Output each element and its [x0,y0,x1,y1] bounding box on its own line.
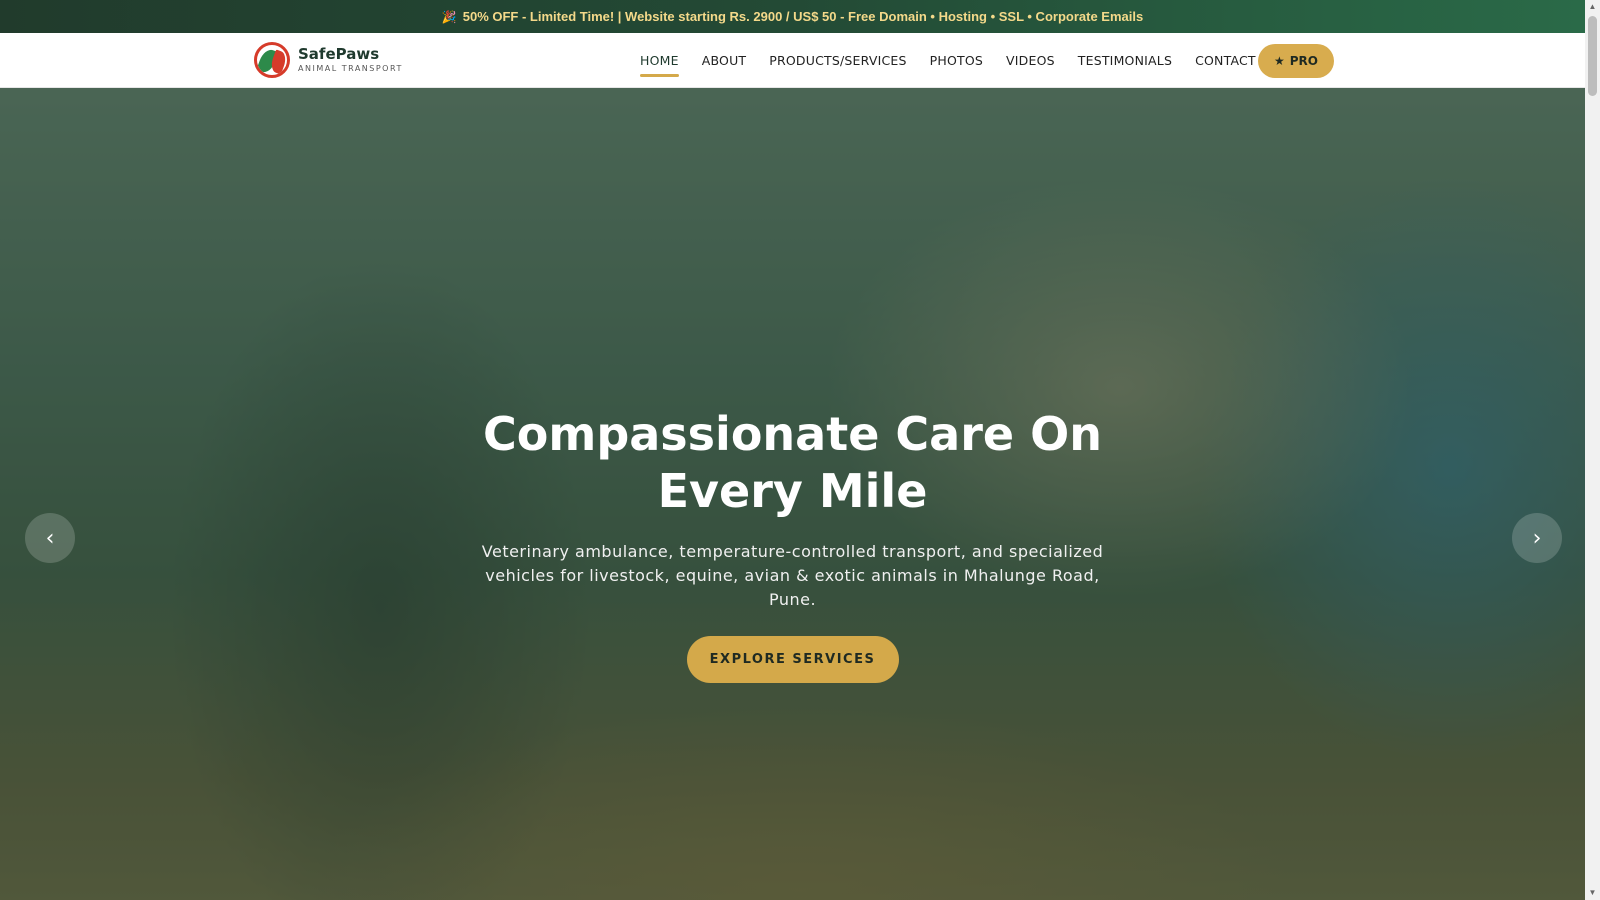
main-nav: HOME ABOUT PRODUCTS/SERVICES PHOTOS VIDE… [640,33,1279,88]
slider-prev-button[interactable]: ‹ [25,513,75,563]
nav-about[interactable]: ABOUT [702,53,747,68]
pro-button[interactable]: ★ PRO [1258,44,1334,78]
chevron-left-icon: ‹ [45,525,55,551]
promo-text: 50% OFF - Limited Time! | Website starti… [462,9,1144,24]
page-scrollbar[interactable]: ▲ ▼ [1585,0,1600,900]
brand-name: SafePaws [298,45,380,63]
logo-mark-icon [254,42,290,78]
party-popper-icon: 🎉 [441,9,457,24]
hero-content: Compassionate Care On Every Mile Veterin… [0,406,1585,683]
chevron-right-icon: › [1532,525,1542,551]
hero-title: Compassionate Care On Every Mile [483,407,1102,518]
hero-slider: Compassionate Care On Every Mile Veterin… [0,88,1585,900]
nav-contact[interactable]: CONTACT [1195,53,1256,68]
brand-tagline: ANIMAL TRANSPORT [298,64,403,73]
pro-label: PRO [1289,54,1318,68]
scrollbar-thumb[interactable] [1588,16,1597,96]
nav-testimonials[interactable]: TESTIMONIALS [1078,53,1172,68]
nav-videos[interactable]: VIDEOS [1006,53,1055,68]
hero-subtitle: Veterinary ambulance, temperature-contro… [481,542,1104,609]
scroll-up-icon[interactable]: ▲ [1585,0,1600,14]
logo[interactable]: SafePaws ANIMAL TRANSPORT [254,42,403,78]
nav-photos[interactable]: PHOTOS [930,53,983,68]
explore-services-button[interactable]: EXPLORE SERVICES [686,636,899,683]
star-icon: ★ [1273,54,1285,68]
nav-products-services[interactable]: PRODUCTS/SERVICES [769,53,906,68]
site-header: SafePaws ANIMAL TRANSPORT HOME ABOUT PRO… [0,33,1585,88]
scroll-down-icon[interactable]: ▼ [1585,886,1600,900]
slider-next-button[interactable]: › [1512,513,1562,563]
promo-bar[interactable]: 🎉 50% OFF - Limited Time! | Website star… [0,0,1585,33]
nav-home[interactable]: HOME [640,53,679,77]
